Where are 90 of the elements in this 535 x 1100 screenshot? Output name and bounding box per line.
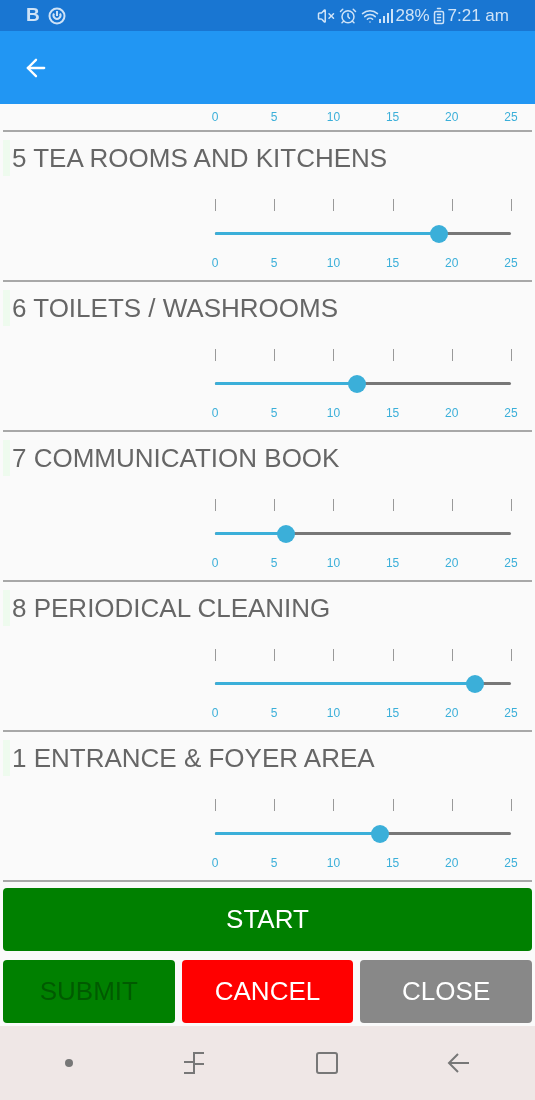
scale-label: 0 xyxy=(211,406,219,420)
back-arrow-icon xyxy=(446,1051,471,1075)
notification-letter: B xyxy=(26,3,40,28)
scale-label: 15 xyxy=(385,110,400,124)
slider-thumb[interactable] xyxy=(277,524,296,543)
battery-percent: 28% xyxy=(395,4,430,27)
scale-label: 25 xyxy=(504,706,518,720)
slider-thumb[interactable] xyxy=(348,374,367,393)
scale-label: 15 xyxy=(385,706,400,720)
scale-label: 10 xyxy=(326,556,341,570)
tick-mark xyxy=(511,199,512,211)
scale-label: 25 xyxy=(504,406,518,420)
tick-mark xyxy=(451,499,453,511)
tick-mark xyxy=(511,349,512,361)
tick-mark xyxy=(392,199,394,211)
scale-label: 15 xyxy=(385,556,400,570)
tick-mark xyxy=(511,799,512,811)
scale-label: 25 xyxy=(504,110,518,124)
scale-label: 5 xyxy=(270,256,278,270)
tick-mark xyxy=(392,649,394,661)
scale-label: 10 xyxy=(326,406,341,420)
tick-mark xyxy=(215,799,216,811)
slider-thumb[interactable] xyxy=(430,224,449,243)
scale-label: 5 xyxy=(270,406,278,420)
section-title: 7 COMMUNICATION BOOK xyxy=(12,442,340,475)
tick-mark xyxy=(511,649,512,661)
scale-label: 0 xyxy=(211,110,219,124)
section-title: 1 ENTRANCE & FOYER AREA xyxy=(12,742,375,775)
scale-label: 15 xyxy=(385,856,400,870)
scale-label: 20 xyxy=(445,406,459,420)
scale-label: 0 xyxy=(211,856,219,870)
scale-label: 25 xyxy=(504,856,518,870)
scale-label: 10 xyxy=(326,256,341,270)
scale-label: 15 xyxy=(385,256,400,270)
tick-mark xyxy=(215,199,216,211)
scale-label: 20 xyxy=(445,706,459,720)
tick-mark xyxy=(215,349,216,361)
tick-mark xyxy=(274,799,276,811)
tick-mark xyxy=(451,649,453,661)
recents-icon xyxy=(182,1051,207,1075)
scale-label: 5 xyxy=(270,706,278,720)
scale-label: 20 xyxy=(445,110,459,124)
scale-label: 15 xyxy=(385,406,400,420)
scale-label: 0 xyxy=(211,256,219,270)
scale-label: 5 xyxy=(270,556,278,570)
scale-label: 5 xyxy=(270,110,278,124)
section-title: 8 PERIODICAL CLEANING xyxy=(12,592,331,625)
scale-label: 25 xyxy=(504,256,518,270)
tick-mark xyxy=(333,499,335,511)
start-button[interactable]: START xyxy=(3,888,532,951)
scale-label: 10 xyxy=(326,110,341,124)
mute-icon xyxy=(316,6,335,25)
tick-mark xyxy=(274,349,276,361)
dot-icon xyxy=(64,1058,75,1068)
scale-label: 10 xyxy=(326,856,341,870)
scale-label: 5 xyxy=(270,856,278,870)
tick-mark xyxy=(333,349,335,361)
section-title: 5 TEA ROOMS AND KITCHENS xyxy=(12,142,388,175)
scale-label: 20 xyxy=(445,556,459,570)
tick-mark xyxy=(392,349,394,361)
tick-mark xyxy=(274,199,276,211)
cancel-button[interactable]: CANCEL xyxy=(181,960,354,1023)
tick-mark xyxy=(451,799,453,811)
tick-mark xyxy=(451,199,453,211)
tick-mark xyxy=(333,649,335,661)
scale-label: 20 xyxy=(445,856,459,870)
alarm-icon xyxy=(338,6,357,25)
signal-icon xyxy=(378,8,393,23)
tick-mark xyxy=(392,799,394,811)
tick-mark xyxy=(392,499,394,511)
scale-label: 10 xyxy=(326,706,341,720)
scale-label: 25 xyxy=(504,556,518,570)
scale-label: 0 xyxy=(211,556,219,570)
tick-mark xyxy=(333,799,335,811)
power-ring-icon xyxy=(47,6,66,25)
slider-thumb[interactable] xyxy=(370,824,389,843)
home-square-icon xyxy=(314,1051,339,1075)
tick-mark xyxy=(333,199,335,211)
slider-thumb[interactable] xyxy=(466,674,485,693)
section-title: 6 TOILETS / WASHROOMS xyxy=(12,292,339,325)
tick-mark xyxy=(215,499,216,511)
tick-mark xyxy=(274,649,276,661)
tick-mark xyxy=(215,649,216,661)
tick-mark xyxy=(511,499,512,511)
scale-label: 0 xyxy=(211,706,219,720)
tick-mark xyxy=(451,349,453,361)
scale-label: 20 xyxy=(445,256,459,270)
close-button[interactable]: CLOSE xyxy=(360,960,532,1023)
tick-mark xyxy=(274,499,276,511)
clock: 7:21 am xyxy=(447,4,509,27)
